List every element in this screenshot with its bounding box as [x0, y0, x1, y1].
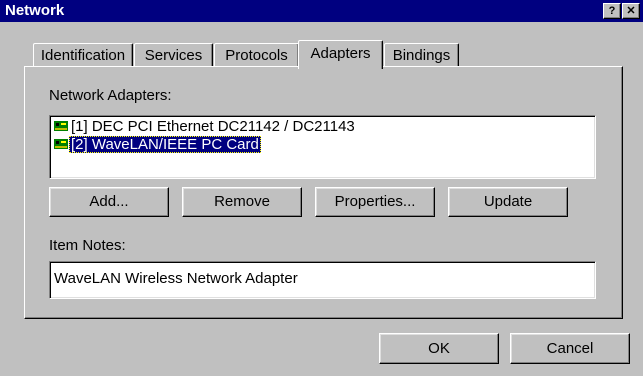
item-notes-label: Item Notes: [49, 237, 126, 254]
cancel-button[interactable]: Cancel [510, 333, 630, 364]
network-card-icon [54, 121, 68, 131]
remove-button[interactable]: Remove [182, 187, 302, 217]
tab-services[interactable]: Services [134, 43, 213, 68]
tab-protocols[interactable]: Protocols [214, 43, 299, 68]
close-button[interactable]: ✕ [622, 3, 640, 19]
tab-adapters[interactable]: Adapters [298, 40, 383, 69]
item-notes-field: WaveLAN Wireless Network Adapter [49, 261, 596, 299]
list-item[interactable]: [2] WaveLAN/IEEE PC Card [54, 136, 261, 154]
window-title: Network [5, 2, 65, 19]
adapter-label: [2] WaveLAN/IEEE PC Card [69, 136, 261, 153]
tab-bindings[interactable]: Bindings [384, 43, 459, 68]
adapters-panel: Network Adapters: [1] DEC PCI Ethernet D… [24, 66, 623, 319]
ok-button[interactable]: OK [379, 333, 499, 364]
network-card-icon [54, 139, 68, 149]
add-button[interactable]: Add... [49, 187, 169, 217]
help-button[interactable]: ? [603, 3, 621, 19]
network-adapters-label: Network Adapters: [49, 87, 172, 104]
tab-identification[interactable]: Identification [33, 43, 133, 68]
list-item[interactable]: [1] DEC PCI Ethernet DC21142 / DC21143 [54, 118, 357, 136]
title-bar[interactable]: Network ? ✕ [0, 0, 643, 22]
network-adapters-list[interactable]: [1] DEC PCI Ethernet DC21142 / DC21143 [… [49, 115, 596, 179]
update-button[interactable]: Update [448, 187, 568, 217]
properties-button[interactable]: Properties... [315, 187, 435, 217]
adapter-label: [1] DEC PCI Ethernet DC21142 / DC21143 [71, 118, 355, 135]
item-notes-text: WaveLAN Wireless Network Adapter [54, 270, 298, 287]
